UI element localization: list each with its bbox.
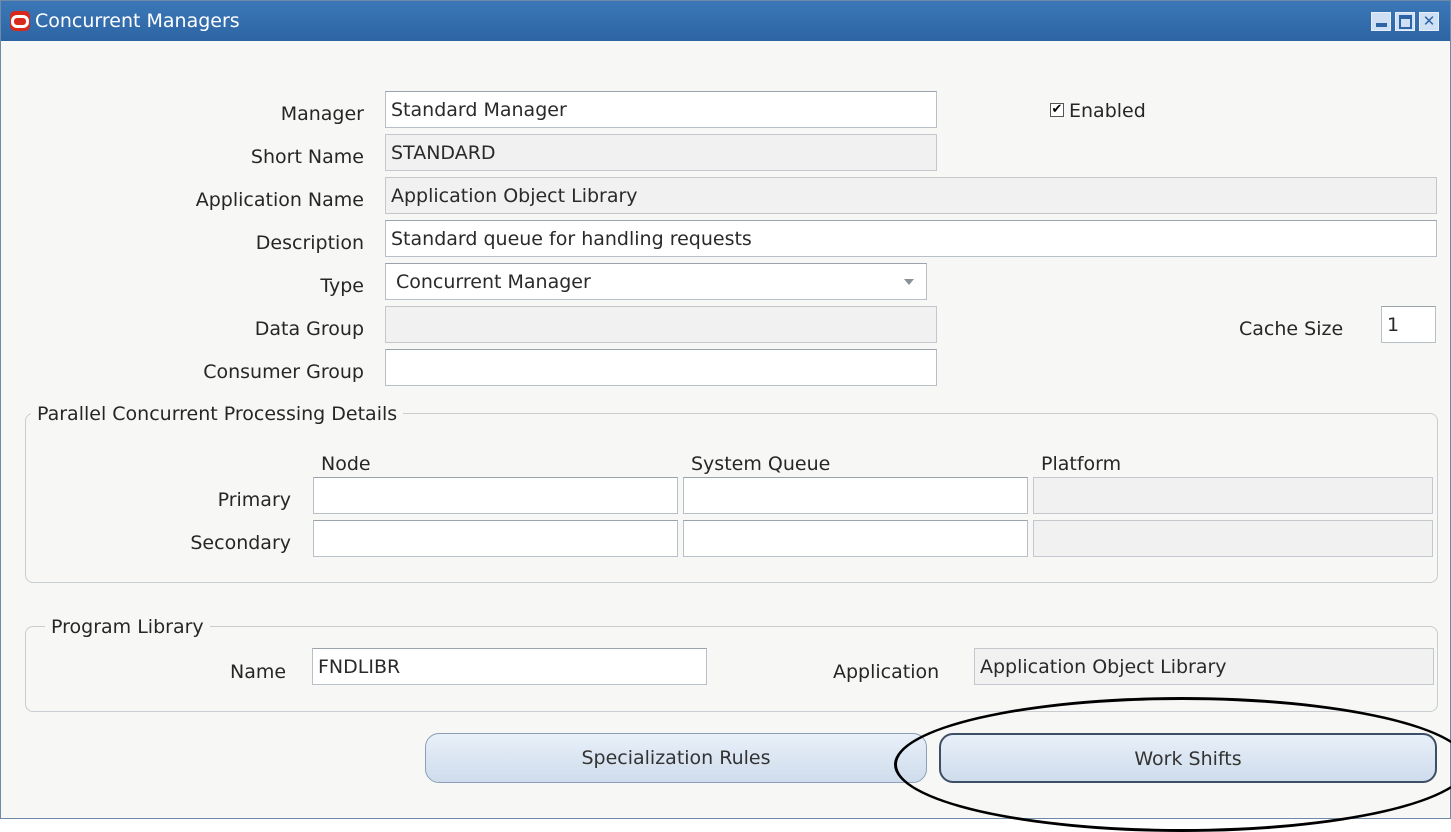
oracle-logo-icon bbox=[10, 11, 30, 31]
primary-platform-field[interactable] bbox=[1033, 477, 1433, 514]
consumer-group-label: Consumer Group bbox=[203, 361, 364, 383]
primary-system-queue-field[interactable] bbox=[683, 477, 1028, 514]
consumer-group-field[interactable] bbox=[385, 349, 937, 386]
node-column-header: Node bbox=[321, 453, 371, 475]
window-title: Concurrent Managers bbox=[35, 10, 240, 32]
library-name-label: Name bbox=[230, 661, 287, 683]
application-name-label: Application Name bbox=[195, 189, 364, 211]
secondary-node-field[interactable] bbox=[313, 520, 678, 557]
program-library-title: Program Library bbox=[45, 615, 210, 639]
cache-size-label: Cache Size bbox=[1239, 318, 1344, 340]
secondary-system-queue-field[interactable] bbox=[683, 520, 1028, 557]
type-select[interactable]: Concurrent Manager bbox=[385, 263, 927, 300]
secondary-platform-field[interactable] bbox=[1033, 520, 1433, 557]
secondary-row-label: Secondary bbox=[190, 532, 291, 554]
primary-node-field[interactable] bbox=[313, 477, 678, 514]
enabled-checkbox[interactable]: ✔ bbox=[1050, 103, 1064, 117]
library-name-field[interactable]: FNDLIBR bbox=[312, 648, 707, 685]
description-field[interactable]: Standard queue for handling requests bbox=[385, 220, 1437, 257]
title-bar[interactable]: Concurrent Managers ✕ bbox=[1, 1, 1450, 41]
application-name-field[interactable]: Application Object Library bbox=[385, 177, 1437, 214]
manager-label: Manager bbox=[280, 103, 364, 125]
short-name-label: Short Name bbox=[250, 146, 364, 168]
specialization-rules-button[interactable]: Specialization Rules bbox=[425, 733, 927, 783]
maximize-icon[interactable] bbox=[1395, 12, 1415, 31]
short-name-field[interactable]: STANDARD bbox=[385, 134, 937, 171]
system-queue-column-header: System Queue bbox=[691, 453, 831, 475]
parallel-processing-title: Parallel Concurrent Processing Details bbox=[31, 402, 404, 426]
data-group-field[interactable] bbox=[385, 306, 937, 343]
platform-column-header: Platform bbox=[1041, 453, 1122, 475]
description-label: Description bbox=[255, 232, 364, 254]
chevron-down-icon[interactable] bbox=[904, 279, 914, 285]
cache-size-field[interactable]: 1 bbox=[1381, 306, 1436, 343]
concurrent-managers-window: Concurrent Managers ✕ Manager Standard M… bbox=[0, 0, 1451, 832]
library-application-field[interactable]: Application Object Library bbox=[974, 648, 1434, 685]
close-icon[interactable]: ✕ bbox=[1419, 12, 1439, 31]
type-label: Type bbox=[320, 275, 364, 297]
manager-field[interactable]: Standard Manager bbox=[385, 91, 937, 128]
enabled-label: Enabled bbox=[1069, 100, 1146, 122]
library-application-label: Application bbox=[833, 661, 940, 683]
primary-row-label: Primary bbox=[217, 489, 291, 511]
data-group-label: Data Group bbox=[254, 318, 364, 340]
minimize-icon[interactable] bbox=[1371, 12, 1391, 31]
work-shifts-button[interactable]: Work Shifts bbox=[939, 733, 1437, 783]
type-value: Concurrent Manager bbox=[396, 271, 591, 293]
